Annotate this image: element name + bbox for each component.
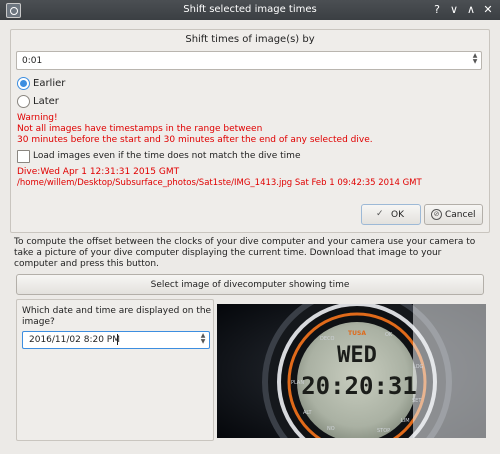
- shift-time-value: 0:01: [22, 56, 43, 66]
- cancel-button[interactable]: ⊘ Cancel: [424, 204, 483, 225]
- close-button[interactable]: ✕: [481, 3, 495, 17]
- maximize-button[interactable]: ∧: [464, 3, 478, 17]
- ring-label: DECO: [320, 336, 335, 342]
- ring-label: OK: [385, 332, 393, 338]
- ring-label: STOP: [377, 428, 390, 434]
- image-path-text: /home/willem/Desktop/Subsurface_photos/S…: [17, 178, 422, 188]
- ring-label: LIM: [401, 418, 410, 424]
- ring-label: SET: [412, 398, 422, 404]
- datetime-question-line-1: Which date and time are displayed on the: [22, 306, 212, 316]
- text-cursor: [117, 334, 118, 345]
- datetime-input[interactable]: 2016/11/02 8:20 PM ▲ ▼: [22, 331, 210, 349]
- watch-time: 20:20:31: [301, 372, 417, 400]
- shift-time-input[interactable]: 0:01 ▲ ▼: [16, 51, 482, 70]
- instructions-line-2: take a picture of your dive computer dis…: [14, 248, 442, 258]
- warning-line-2: 30 minutes before the start and 30 minut…: [17, 135, 373, 145]
- earlier-radio[interactable]: [17, 77, 30, 90]
- earlier-label: Earlier: [33, 78, 66, 89]
- watch-brand: TUSA: [348, 330, 366, 337]
- select-image-label: Select image of divecomputer showing tim…: [150, 280, 350, 290]
- warning-title: Warning!: [17, 113, 58, 123]
- ring-label: LOG: [413, 364, 424, 370]
- window-title: Shift selected image times: [183, 4, 317, 15]
- divecomputer-photo: TUSA WED 20:20:31 DECO OK LOG PLAN SET A…: [217, 304, 486, 438]
- instructions-line-3: computer and press this button.: [14, 259, 159, 269]
- datetime-question-line-2: image?: [22, 317, 55, 327]
- help-button[interactable]: ?: [430, 3, 444, 17]
- select-image-button[interactable]: Select image of divecomputer showing tim…: [16, 274, 484, 295]
- later-label: Later: [33, 96, 59, 107]
- ring-label: PLAN: [291, 380, 304, 386]
- datetime-value: 2016/11/02 8:20 PM: [29, 335, 120, 345]
- spin-arrows-icon[interactable]: ▲ ▼: [471, 53, 479, 65]
- check-icon: ✓: [376, 209, 384, 219]
- load-images-label: Load images even if the time does not ma…: [33, 151, 301, 161]
- divecomputer-photo-graphic: TUSA WED 20:20:31 DECO OK LOG PLAN SET A…: [217, 304, 486, 438]
- ok-button[interactable]: ✓ OK: [361, 204, 421, 225]
- datetime-spin-icon[interactable]: ▲ ▼: [199, 333, 207, 345]
- ring-label: NO: [327, 426, 335, 432]
- watch-day: WED: [337, 343, 377, 368]
- cancel-icon: ⊘: [431, 209, 442, 220]
- warning-line-1: Not all images have timestamps in the ra…: [17, 124, 263, 134]
- ok-label: OK: [391, 210, 404, 220]
- title-bar[interactable]: Shift selected image times ? ∨ ∧ ✕: [0, 0, 500, 20]
- minimize-button[interactable]: ∨: [447, 3, 461, 17]
- dialog-window: Shift selected image times ? ∨ ∧ ✕ Shift…: [0, 0, 500, 454]
- cancel-label: Cancel: [445, 210, 476, 220]
- load-images-checkbox[interactable]: [17, 150, 30, 163]
- later-radio[interactable]: [17, 95, 30, 108]
- ring-label: ALT: [303, 410, 313, 416]
- dive-time-text: Dive:Wed Apr 1 12:31:31 2015 GMT: [17, 167, 180, 177]
- shift-heading: Shift times of image(s) by: [185, 34, 315, 45]
- instructions-line-1: To compute the offset between the clocks…: [14, 237, 476, 247]
